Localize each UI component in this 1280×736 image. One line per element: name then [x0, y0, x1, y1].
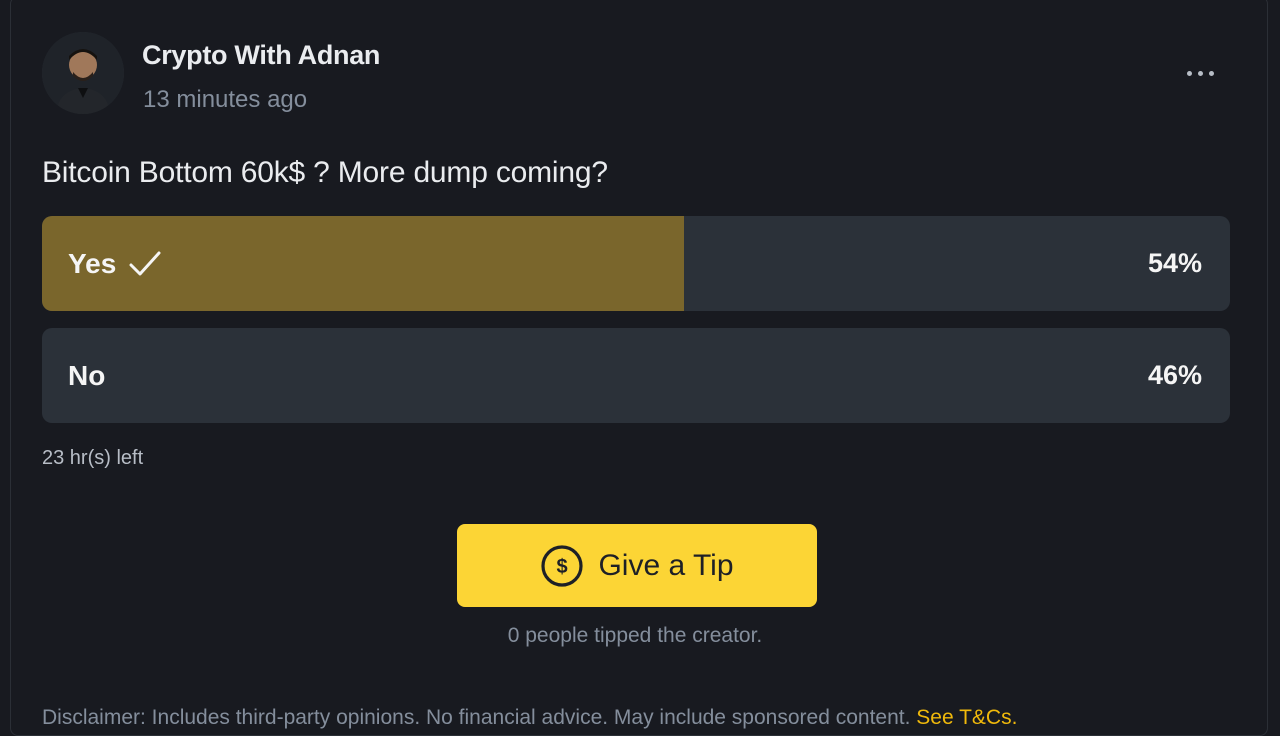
checkmark-icon	[129, 251, 161, 275]
poll-option-no[interactable]: No 46%	[42, 328, 1230, 423]
svg-text:$: $	[557, 556, 568, 578]
poll-option-no-fill	[42, 328, 588, 423]
dot	[1208, 70, 1214, 76]
disclaimer: Disclaimer: Includes third-party opinion…	[42, 706, 1017, 730]
poll-option-label: No	[68, 359, 106, 391]
avatar-image	[42, 32, 124, 114]
author-name[interactable]: Crypto With Adnan	[142, 40, 380, 71]
dot	[1186, 70, 1192, 76]
author-avatar[interactable]	[42, 32, 124, 114]
dollar-circle-icon: $	[540, 544, 584, 588]
disclaimer-text: Disclaimer: Includes third-party opinion…	[42, 706, 911, 729]
tip-count-text: 0 people tipped the creator.	[507, 624, 763, 647]
poll-option-yes[interactable]: Yes 54%	[42, 216, 1230, 311]
more-options-icon[interactable]	[1178, 58, 1222, 88]
terms-link[interactable]: See T&Cs.	[916, 706, 1017, 729]
poll-question: Bitcoin Bottom 60k$ ? More dump coming?	[42, 156, 608, 189]
give-tip-button[interactable]: $ Give a Tip	[457, 524, 817, 607]
poll-option-label: Yes	[68, 247, 117, 279]
post-timestamp: 13 minutes ago	[143, 86, 308, 113]
dot	[1197, 70, 1203, 76]
poll-option-percent: 54%	[1147, 248, 1202, 278]
poll-option-no-label-wrap: No	[68, 328, 105, 423]
poll-option-percent: 46%	[1147, 360, 1202, 390]
poll-time-left: 23 hr(s) left	[42, 447, 144, 469]
poll-option-yes-label-wrap: Yes	[68, 216, 162, 311]
give-tip-label: Give a Tip	[598, 548, 734, 582]
